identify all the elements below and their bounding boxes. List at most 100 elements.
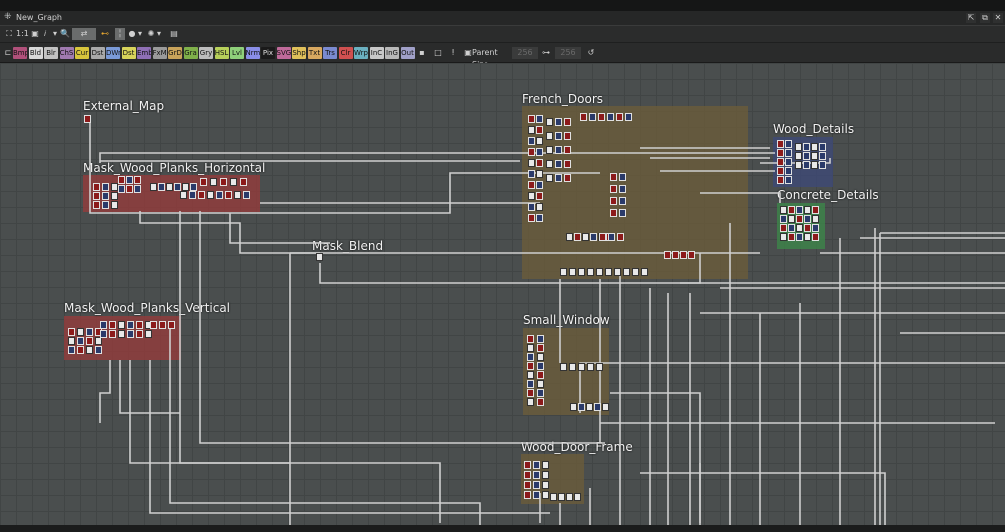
graph-node[interactable] [126, 176, 133, 184]
graph-node[interactable] [174, 183, 181, 191]
graph-node[interactable] [136, 321, 143, 329]
graph-node[interactable] [641, 268, 648, 276]
graph-node[interactable] [528, 115, 535, 123]
graph-node[interactable] [537, 371, 544, 379]
graph-node[interactable] [533, 471, 540, 479]
filter-chip-gry[interactable]: Gry [199, 47, 213, 59]
filter-chip-dwr[interactable]: DWr [106, 47, 120, 59]
graph-node[interactable] [134, 176, 141, 184]
filter-chip-hsl[interactable]: HSL [214, 47, 229, 59]
graph-node[interactable] [555, 118, 562, 126]
graph-node[interactable] [680, 251, 687, 259]
filter-chip-dst[interactable]: Dst [121, 47, 136, 59]
graph-node[interactable] [537, 353, 544, 361]
graph-node[interactable] [812, 224, 819, 232]
graph-node[interactable] [596, 363, 603, 371]
filter-chip-shp[interactable]: Shp [292, 47, 306, 59]
filter-chip-emb[interactable]: Emb [137, 47, 151, 59]
graph-node[interactable] [619, 209, 626, 217]
graph-node[interactable] [127, 321, 134, 329]
graph-node[interactable] [86, 346, 93, 354]
graph-node[interactable] [134, 185, 141, 193]
graph-node[interactable] [524, 481, 531, 489]
graph-node[interactable] [594, 403, 601, 411]
graph-node[interactable] [109, 330, 116, 338]
graph-node[interactable] [555, 146, 562, 154]
graph-node[interactable] [77, 337, 84, 345]
zoom-icon[interactable]: 🔍 [60, 28, 70, 40]
filter-chip-chs[interactable]: ChS [59, 47, 74, 59]
graph-node[interactable] [536, 203, 543, 211]
graph-node[interactable] [632, 268, 639, 276]
graph-node[interactable] [819, 143, 826, 151]
graph-node[interactable] [803, 143, 810, 151]
filter-chip-inc[interactable]: InC [369, 47, 384, 59]
graph-node[interactable] [587, 363, 594, 371]
graph-node[interactable] [616, 113, 623, 121]
fit-view-icon[interactable]: ⛶ [4, 28, 14, 40]
graph-node[interactable] [145, 330, 152, 338]
graph-node[interactable] [316, 253, 323, 261]
filter-chip-dst[interactable]: Dst [90, 47, 105, 59]
graph-node[interactable] [570, 403, 577, 411]
graph-node[interactable] [788, 224, 795, 232]
graph-node[interactable] [527, 335, 534, 343]
graph-node[interactable] [537, 344, 544, 352]
graph-node[interactable] [564, 118, 571, 126]
graph-node[interactable] [533, 481, 540, 489]
graph-node[interactable] [664, 251, 671, 259]
screenshot-icon[interactable]: ▤ [169, 28, 179, 40]
graph-node[interactable] [582, 233, 589, 241]
graph-node[interactable] [536, 148, 543, 156]
graph-node[interactable] [578, 363, 585, 371]
graph-node[interactable] [580, 113, 587, 121]
filter-chip-fxm[interactable]: FxM [152, 47, 167, 59]
graph-node[interactable] [225, 191, 232, 199]
graph-node[interactable] [102, 192, 109, 200]
graph-node[interactable] [180, 191, 187, 199]
filter-icon[interactable]: ⊏ [4, 47, 12, 59]
filter-chip-out[interactable]: Out [400, 47, 415, 59]
bulb-icon[interactable]: ● [127, 28, 137, 40]
graph-node[interactable] [216, 191, 223, 199]
restore-icon[interactable]: ⧉ [980, 13, 990, 23]
graph-node[interactable] [788, 233, 795, 241]
graph-node[interactable] [777, 176, 784, 184]
graph-node[interactable] [524, 471, 531, 479]
graph-node[interactable] [528, 170, 535, 178]
image-icon[interactable]: ▣ [30, 28, 40, 40]
pin-icon[interactable]: ⇱ [966, 13, 976, 23]
graph-node[interactable] [118, 330, 125, 338]
graph-node[interactable] [527, 398, 534, 406]
graph-node[interactable] [619, 197, 626, 205]
filter-chip-svg[interactable]: SVG [276, 47, 291, 59]
graph-node[interactable] [610, 197, 617, 205]
graph-node[interactable] [555, 174, 562, 182]
graph-node[interactable] [536, 170, 543, 178]
graph-node[interactable] [528, 148, 535, 156]
filter-chip-bmp[interactable]: Bmp [13, 47, 27, 59]
graph-node[interactable] [785, 149, 792, 157]
graph-node[interactable] [542, 481, 549, 489]
graph-node[interactable] [795, 143, 802, 151]
close-icon[interactable]: ✕ [993, 13, 1003, 23]
graph-node[interactable] [610, 173, 617, 181]
graph-node[interactable] [200, 178, 207, 186]
graph-node[interactable] [587, 268, 594, 276]
graph-node[interactable] [527, 353, 534, 361]
graph-node[interactable] [546, 132, 553, 140]
graph-node[interactable] [546, 160, 553, 168]
graph-node[interactable] [528, 181, 535, 189]
graph-node[interactable] [537, 380, 544, 388]
graph-node[interactable] [546, 118, 553, 126]
graph-node[interactable] [93, 183, 100, 191]
graph-node[interactable] [564, 160, 571, 168]
graph-node[interactable] [189, 191, 196, 199]
graph-node[interactable] [527, 380, 534, 388]
graph-node[interactable] [795, 152, 802, 160]
graph-node[interactable] [785, 140, 792, 148]
graph-node[interactable] [586, 403, 593, 411]
graph-node[interactable] [596, 268, 603, 276]
graph-node[interactable] [84, 115, 91, 123]
graph-node[interactable] [780, 215, 787, 223]
